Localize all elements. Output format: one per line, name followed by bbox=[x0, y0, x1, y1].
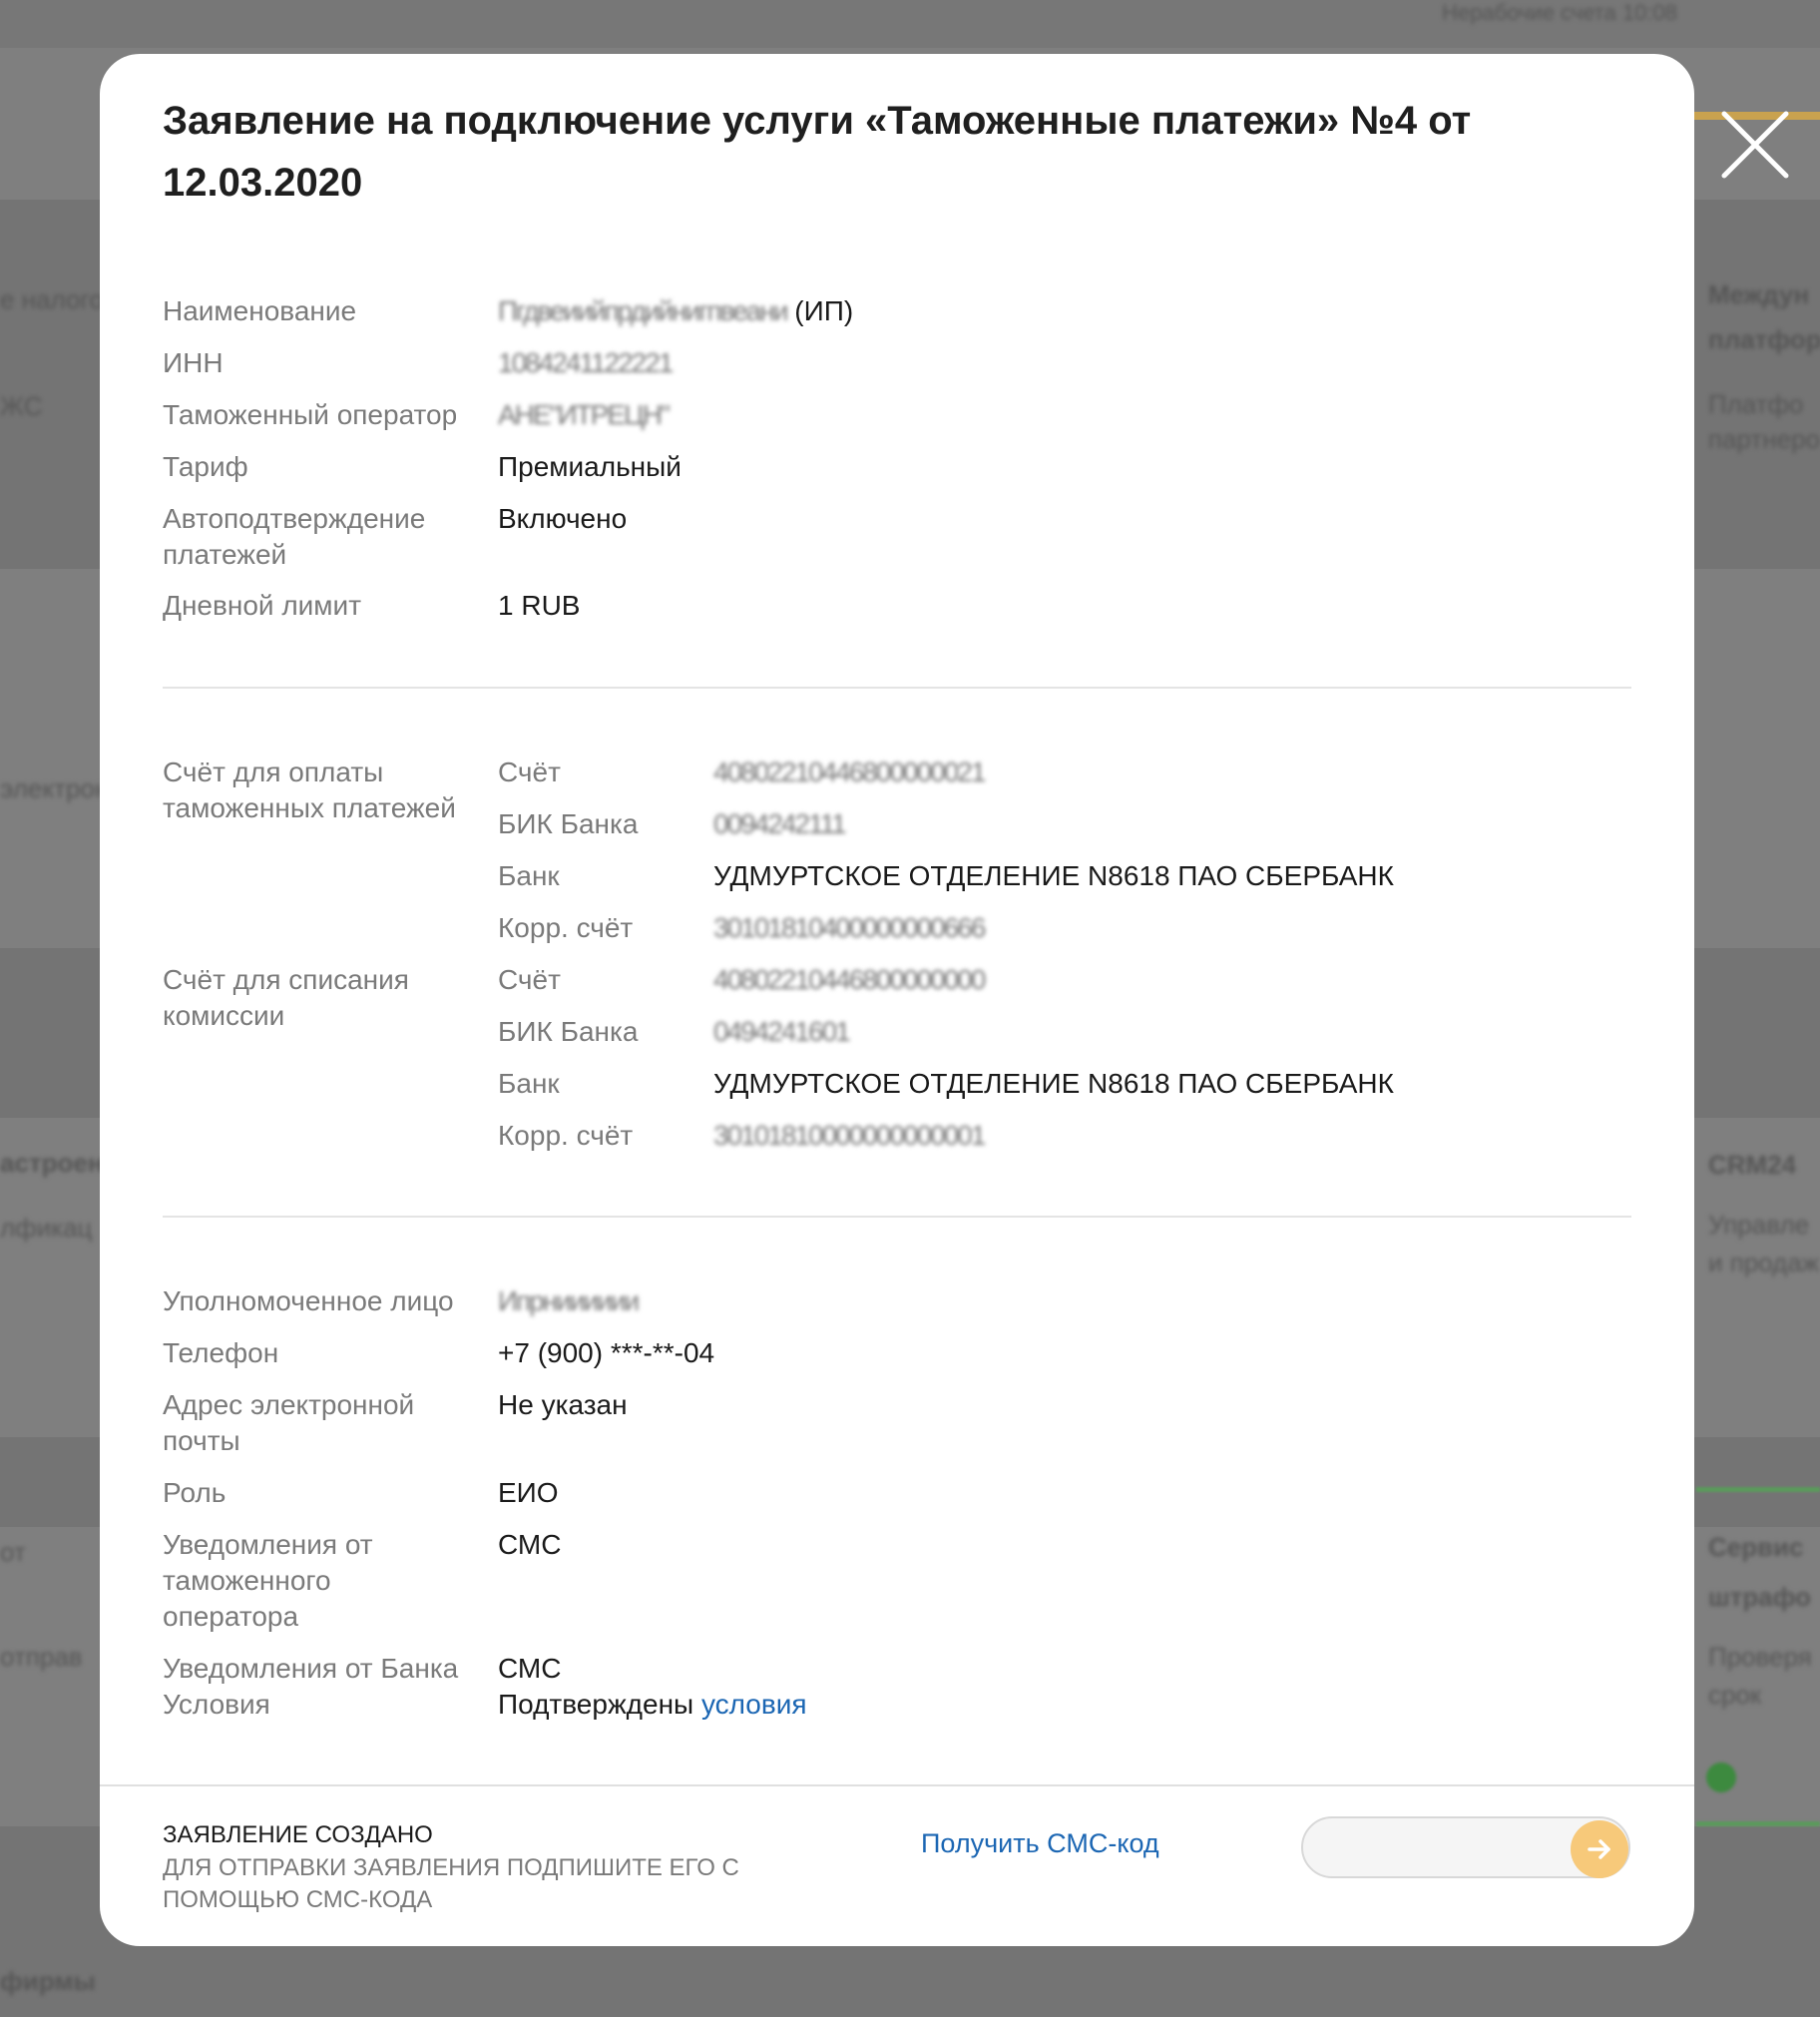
comm-account-blurred: 40802210446800000000 bbox=[713, 964, 986, 995]
comm-corr-value: 30101810000000000001 bbox=[713, 1118, 986, 1154]
comm-bik-blurred: 0494241601 bbox=[713, 1016, 851, 1047]
background-status-dot bbox=[1706, 1763, 1736, 1792]
background-text: фирмы bbox=[0, 1966, 96, 1996]
pay-account-value: 40802210446800000021 bbox=[713, 755, 986, 790]
email-value: Не указан bbox=[498, 1389, 628, 1420]
bank-notify-label: Уведомления от Банка bbox=[163, 1653, 459, 1684]
pay-corr-blurred: 30101810400000000666 bbox=[713, 912, 986, 943]
background-text: Междун bbox=[1708, 279, 1810, 309]
status-hint: ДЛЯ ОТПРАВКИ ЗАЯВЛЕНИЯ ПОДПИШИТЕ ЕГО С П… bbox=[163, 1854, 739, 1913]
background-text: СRМ24 bbox=[1708, 1150, 1797, 1180]
background-text: Управле bbox=[1708, 1210, 1810, 1240]
person-label: Уполномоченное лицо bbox=[163, 1285, 454, 1316]
tariff-value: Премиальный bbox=[498, 451, 682, 482]
inn-value: 1084241122221 bbox=[498, 345, 674, 381]
pay-corr-value: 30101810400000000666 bbox=[713, 910, 986, 946]
background-text: астроен bbox=[0, 1148, 104, 1178]
background-text: отправ bbox=[0, 1642, 83, 1672]
background-text: ЖС bbox=[0, 391, 43, 421]
operator-blurred: АНЕ"ИТРЕЦН" bbox=[498, 399, 671, 430]
name-blurred: Пгдвеиийпрдийнигпвеани bbox=[498, 295, 788, 326]
close-button[interactable] bbox=[1718, 108, 1792, 182]
person-value: Ипрнииииии bbox=[498, 1283, 640, 1319]
arrow-right-icon bbox=[1588, 1839, 1610, 1859]
comm-bik-label: БИК Банка bbox=[498, 1016, 639, 1047]
background-text: электрон bbox=[0, 773, 110, 803]
background-text: от bbox=[0, 1537, 26, 1567]
operator-value: АНЕ"ИТРЕЦН" bbox=[498, 397, 671, 433]
comm-account-value: 40802210446800000000 bbox=[713, 962, 986, 998]
terms-value: Подтверждены условия bbox=[498, 1687, 807, 1723]
pay-bank-label: Банк bbox=[498, 860, 560, 891]
background-text: и продаж bbox=[1708, 1248, 1820, 1277]
modal-footer: ЗАЯВЛЕНИЕ СОЗДАНО ДЛЯ ОТПРАВКИ ЗАЯВЛЕНИЯ… bbox=[100, 1784, 1694, 1946]
pay-bik-label: БИК Банка bbox=[498, 808, 639, 839]
inn-label: ИНН bbox=[163, 347, 224, 378]
modal-title: Заявление на подключение услуги «Таможен… bbox=[163, 99, 1472, 205]
background-text: Платфо bbox=[1708, 389, 1804, 419]
comm-bik-value: 0494241601 bbox=[713, 1014, 851, 1050]
background-text: е налого bbox=[0, 284, 104, 314]
pay-bank-value: УДМУРТСКОЕ ОТДЕЛЕНИЕ N8618 ПАО СБЕРБАНК bbox=[713, 860, 1394, 891]
role-label: Роль bbox=[163, 1477, 227, 1508]
tariff-label: Тариф bbox=[163, 451, 248, 482]
name-suffix: (ИП) bbox=[786, 295, 854, 326]
send-sms-button[interactable] bbox=[1571, 1820, 1628, 1878]
pay-bik-value: 0094242111 bbox=[713, 806, 847, 842]
background-text: Сервис bbox=[1708, 1532, 1804, 1562]
get-sms-code-link[interactable]: Получить СМС-код bbox=[921, 1828, 1159, 1859]
person-blurred: Ипрнииииии bbox=[498, 1285, 640, 1316]
commission-account-section-label: Счёт для списания комиссии bbox=[163, 964, 409, 1031]
background-text: срок bbox=[1708, 1680, 1762, 1710]
pay-bik-blurred: 0094242111 bbox=[713, 808, 847, 839]
role-value: ЕИО bbox=[498, 1477, 559, 1508]
comm-bank-value: УДМУРТСКОЕ ОТДЕЛЕНИЕ N8618 ПАО СБЕРБАНК bbox=[713, 1068, 1394, 1099]
operator-notify-value: СМС bbox=[498, 1529, 562, 1560]
background-text: партнеро bbox=[1708, 424, 1820, 454]
pay-account-section-label: Счёт для оплаты таможенных платежей bbox=[163, 756, 456, 823]
autoconfirm-value: Включено bbox=[498, 503, 628, 534]
background-line bbox=[1696, 1487, 1820, 1492]
phone-label: Телефон bbox=[163, 1337, 279, 1368]
background-text: штрафо bbox=[1708, 1582, 1812, 1612]
terms-link[interactable]: условия bbox=[701, 1689, 807, 1720]
comm-corr-label: Корр. счёт bbox=[498, 1120, 634, 1151]
operator-notify-label: Уведомления от таможенного оператора bbox=[163, 1529, 373, 1632]
pay-account-label: Счёт bbox=[498, 756, 561, 787]
background-text: Нерабочие счета 10:08 bbox=[1442, 0, 1677, 25]
phone-value: +7 (900) ***-**-04 bbox=[498, 1337, 715, 1368]
comm-account-label: Счёт bbox=[498, 964, 561, 995]
inn-blurred: 1084241122221 bbox=[498, 347, 674, 378]
autoconfirm-label: Автоподтверждение платежей bbox=[163, 503, 426, 570]
pay-account-blurred: 40802210446800000021 bbox=[713, 756, 986, 787]
divider bbox=[163, 1216, 1631, 1218]
application-modal: Заявление на подключение услуги «Таможен… bbox=[100, 54, 1694, 1946]
background-text: Проверя bbox=[1708, 1642, 1812, 1672]
bank-notify-value: СМС bbox=[498, 1653, 562, 1684]
background-line bbox=[1696, 1821, 1820, 1826]
divider bbox=[163, 687, 1631, 689]
status-title: ЗАЯВЛЕНИЕ СОЗДАНО bbox=[163, 1821, 433, 1848]
pay-corr-label: Корр. счёт bbox=[498, 912, 634, 943]
comm-bank-label: Банк bbox=[498, 1068, 560, 1099]
limit-label: Дневной лимит bbox=[163, 590, 362, 621]
close-icon bbox=[1721, 111, 1789, 179]
terms-status: Подтверждены bbox=[498, 1689, 694, 1720]
terms-label: Условия bbox=[163, 1689, 270, 1720]
limit-value: 1 RUB bbox=[498, 590, 581, 621]
background-text: платфор bbox=[1708, 324, 1820, 354]
name-label: Наименование bbox=[163, 295, 357, 326]
email-label: Адрес электронной почты bbox=[163, 1389, 415, 1456]
operator-label: Таможенный оператор bbox=[163, 399, 458, 430]
comm-corr-blurred: 30101810000000000001 bbox=[713, 1120, 986, 1151]
name-value: Пгдвеиийпрдийнигпвеани (ИП) bbox=[498, 293, 853, 329]
background-text: лфикац bbox=[0, 1213, 93, 1243]
